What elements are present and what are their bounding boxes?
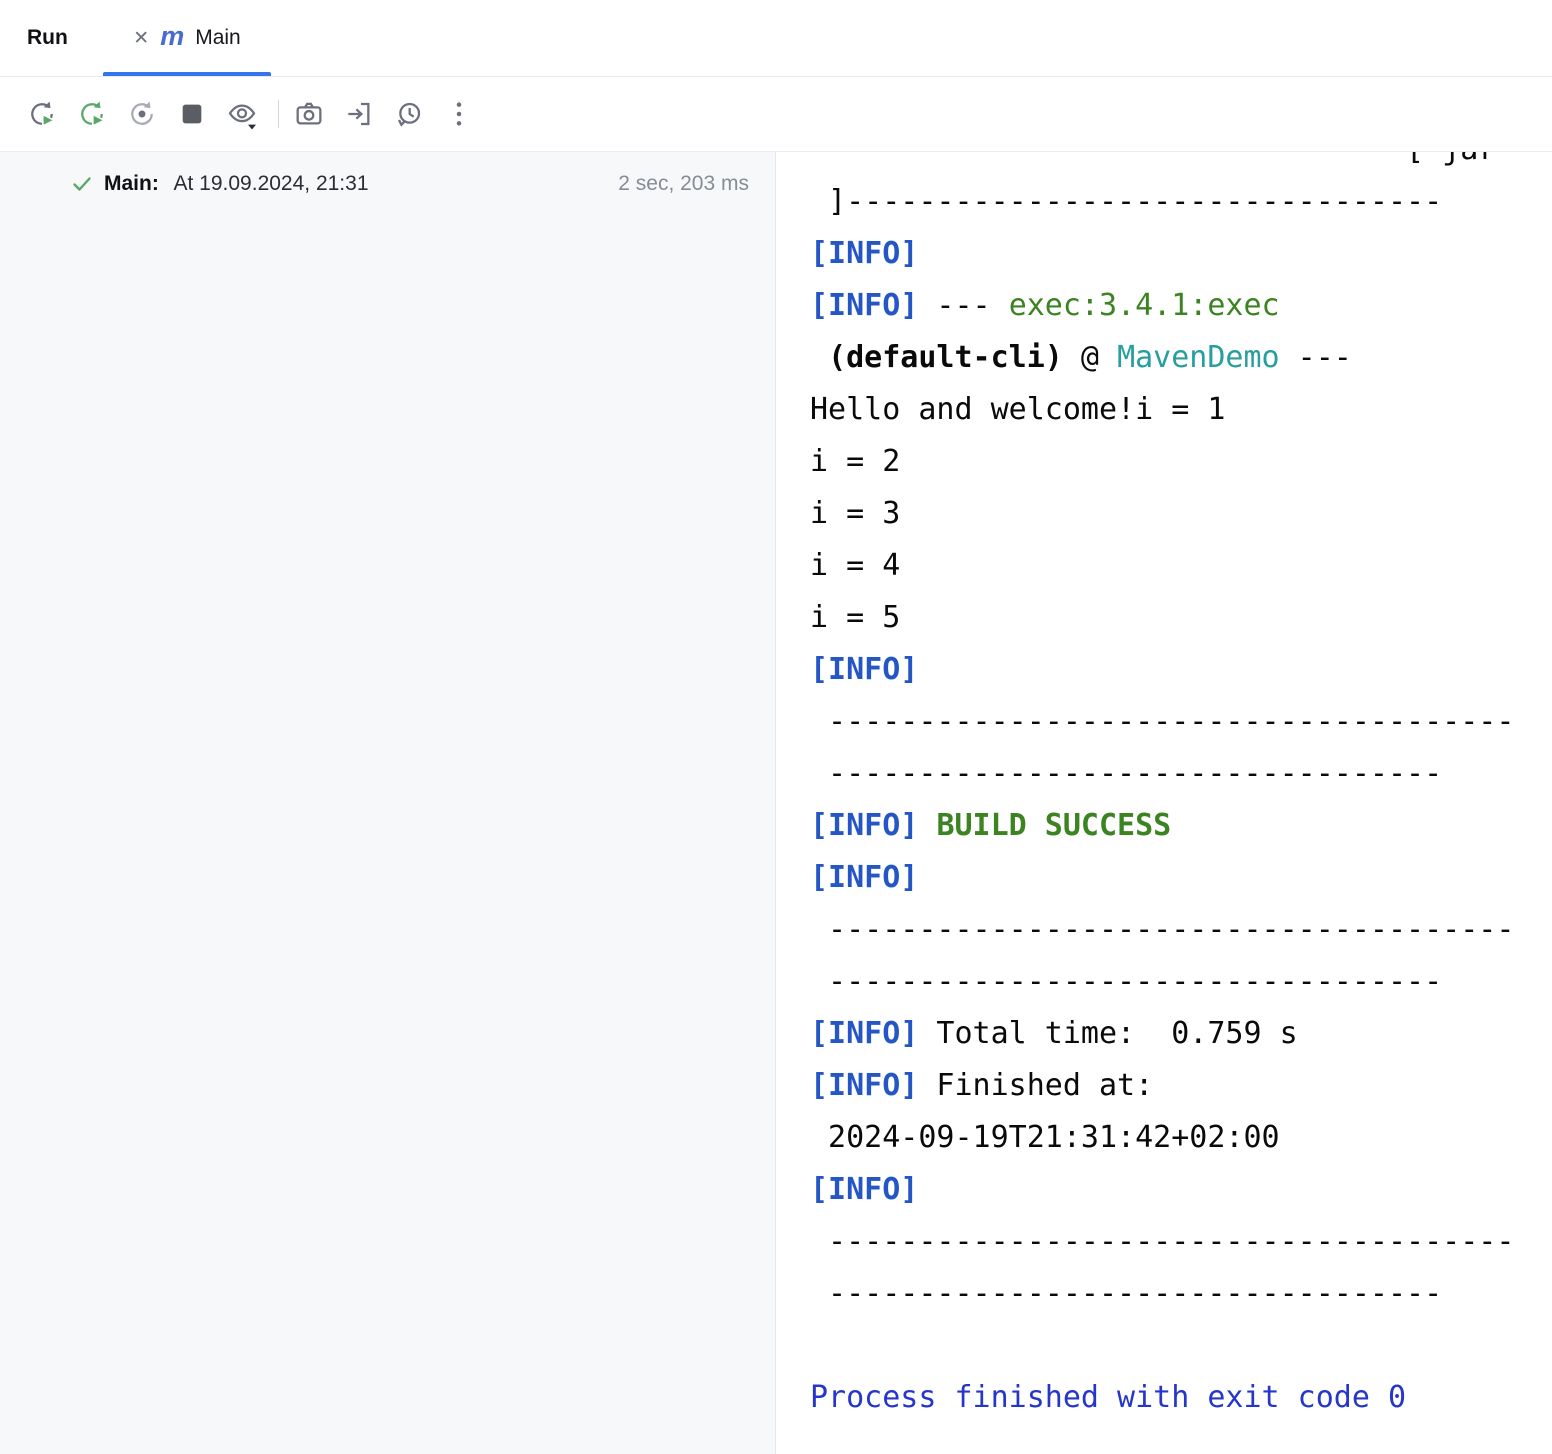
console-line: [INFO]: [810, 228, 1552, 280]
more-options-icon: [443, 98, 475, 130]
rerun-failed-tests-button[interactable]: [74, 96, 110, 132]
console-line: Hello and welcome!i = 1: [810, 384, 1552, 436]
preview-options-icon: [226, 98, 258, 130]
console-line: [INFO] Finished at:: [810, 1060, 1552, 1112]
run-item-duration: 2 sec, 203 ms: [618, 172, 749, 196]
screenshot-icon: [293, 98, 325, 130]
console-line: ]---------------------------------: [810, 176, 1552, 228]
run-item-timestamp: At 19.09.2024, 21:31: [169, 172, 369, 196]
run-item-name: Main:: [104, 172, 159, 196]
console-line: i = 4: [810, 540, 1552, 592]
success-check-icon: [70, 172, 94, 196]
run-list-item-main[interactable]: Main: At 19.09.2024, 21:31 2 sec, 203 ms: [0, 162, 775, 206]
resume-button[interactable]: [124, 96, 160, 132]
run-tool-window-header: Run ✕ m Main: [0, 0, 1552, 77]
close-tab-icon[interactable]: ✕: [133, 29, 149, 48]
console-line: ----------------------------------: [810, 748, 1552, 800]
test-history-icon: [393, 98, 425, 130]
console-line: Process finished with exit code 0: [810, 1372, 1552, 1424]
run-toolbar: [0, 77, 1552, 152]
rerun-failed-tests-icon: [76, 98, 108, 130]
tab-label: Main: [195, 26, 241, 50]
resume-icon: [126, 98, 158, 130]
console-line: [INFO] BUILD SUCCESS: [810, 800, 1552, 852]
more-options-button[interactable]: [441, 96, 477, 132]
console-line: 2024-09-19T21:31:42+02:00: [810, 1112, 1552, 1164]
console-line: --------------------------------------: [810, 1216, 1552, 1268]
tab-main[interactable]: ✕ m Main: [103, 0, 271, 76]
console-line: ----------------------------------: [810, 956, 1552, 1008]
import-test-results-icon: [343, 98, 375, 130]
console-line: [810, 1320, 1552, 1372]
maven-icon: m: [160, 23, 184, 50]
console-line: --------------------------------------: [810, 904, 1552, 956]
console-line: [INFO] Total time: 0.759 s: [810, 1008, 1552, 1060]
rerun-button[interactable]: [24, 96, 60, 132]
import-test-results-button[interactable]: [341, 96, 377, 132]
console-line: ----------------------------------: [810, 1268, 1552, 1320]
console-panel[interactable]: --------------------------------[ jar ]-…: [776, 152, 1552, 1454]
console-line: [INFO] --- exec:3.4.1:exec: [810, 280, 1552, 332]
console-line: i = 3: [810, 488, 1552, 540]
console-output: --------------------------------[ jar ]-…: [810, 152, 1552, 1424]
console-line: --------------------------------------: [810, 696, 1552, 748]
toolbar-separator: [278, 100, 279, 128]
console-line: [INFO]: [810, 852, 1552, 904]
console-line: i = 5: [810, 592, 1552, 644]
stop-button[interactable]: [174, 96, 210, 132]
preview-options-button[interactable]: [224, 96, 260, 132]
stop-icon: [176, 98, 208, 130]
console-line: [INFO]: [810, 1164, 1552, 1216]
console-line: --------------------------------[ jar: [810, 152, 1552, 176]
test-history-button[interactable]: [391, 96, 427, 132]
tool-window-title: Run: [27, 26, 68, 50]
screenshot-button[interactable]: [291, 96, 327, 132]
console-line: (default-cli) @ MavenDemo ---: [810, 332, 1552, 384]
run-configurations-list: Main: At 19.09.2024, 21:31 2 sec, 203 ms: [0, 152, 776, 1454]
run-content: Main: At 19.09.2024, 21:31 2 sec, 203 ms…: [0, 152, 1552, 1454]
console-line: [INFO]: [810, 644, 1552, 696]
console-line: i = 2: [810, 436, 1552, 488]
rerun-icon: [26, 98, 58, 130]
